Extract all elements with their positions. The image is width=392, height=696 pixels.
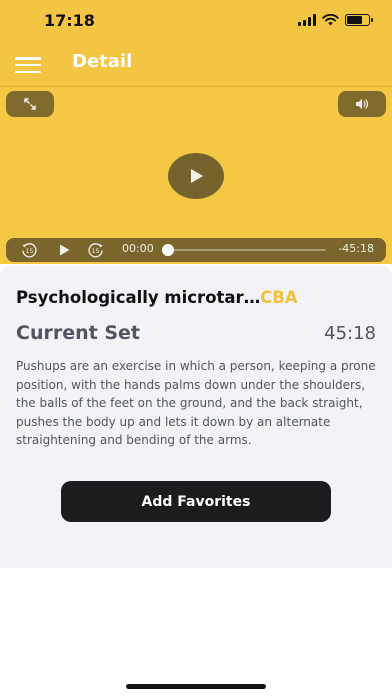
exercise-title: Psychologically microtar…CBA: [16, 288, 376, 307]
exercise-tag: CBA: [260, 288, 298, 307]
rewind-15-button[interactable]: 15: [20, 241, 38, 259]
detail-card: Psychologically microtar…CBA Current Set…: [0, 266, 392, 568]
battery-icon: [345, 14, 373, 26]
exercise-title-text: Psychologically microtar…: [16, 288, 261, 307]
rewind-label: 15: [26, 248, 34, 255]
app-bar: Detail: [0, 44, 392, 86]
home-indicator[interactable]: [126, 684, 266, 689]
add-favorites-button[interactable]: Add Favorites: [61, 481, 331, 522]
play-icon: [191, 169, 203, 183]
current-set-time: 45:18: [324, 323, 376, 344]
expand-icon: [24, 98, 36, 110]
status-bar: 17:18: [0, 0, 392, 44]
play-button[interactable]: [168, 153, 224, 199]
exercise-description: Pushups are an exercise in which a perso…: [16, 359, 376, 447]
signal-icon: [298, 14, 316, 26]
hamburger-menu-icon[interactable]: [14, 54, 42, 76]
progress-track[interactable]: [166, 249, 326, 251]
volume-icon: [356, 99, 369, 109]
play-icon: [60, 244, 70, 256]
rewind-15-icon: 15: [22, 243, 37, 258]
volume-button[interactable]: [338, 91, 386, 117]
current-set-label: Current Set: [16, 322, 140, 344]
forward-15-button[interactable]: 15: [87, 241, 105, 259]
page-title: Detail: [72, 51, 133, 72]
expand-button[interactable]: [6, 91, 54, 117]
forward-15-icon: 15: [88, 243, 103, 258]
progress-thumb[interactable]: [162, 244, 174, 256]
status-icons: [298, 14, 373, 26]
video-player[interactable]: 15 15 00:00 -45:18: [0, 86, 392, 264]
current-time: 00:00: [122, 242, 154, 255]
status-time: 17:18: [44, 11, 95, 30]
forward-label: 15: [92, 248, 100, 255]
remaining-time: -45:18: [338, 242, 374, 255]
wifi-icon: [322, 14, 339, 26]
small-play-button[interactable]: [55, 241, 73, 259]
player-controls: 15 15 00:00 -45:18: [6, 238, 386, 262]
